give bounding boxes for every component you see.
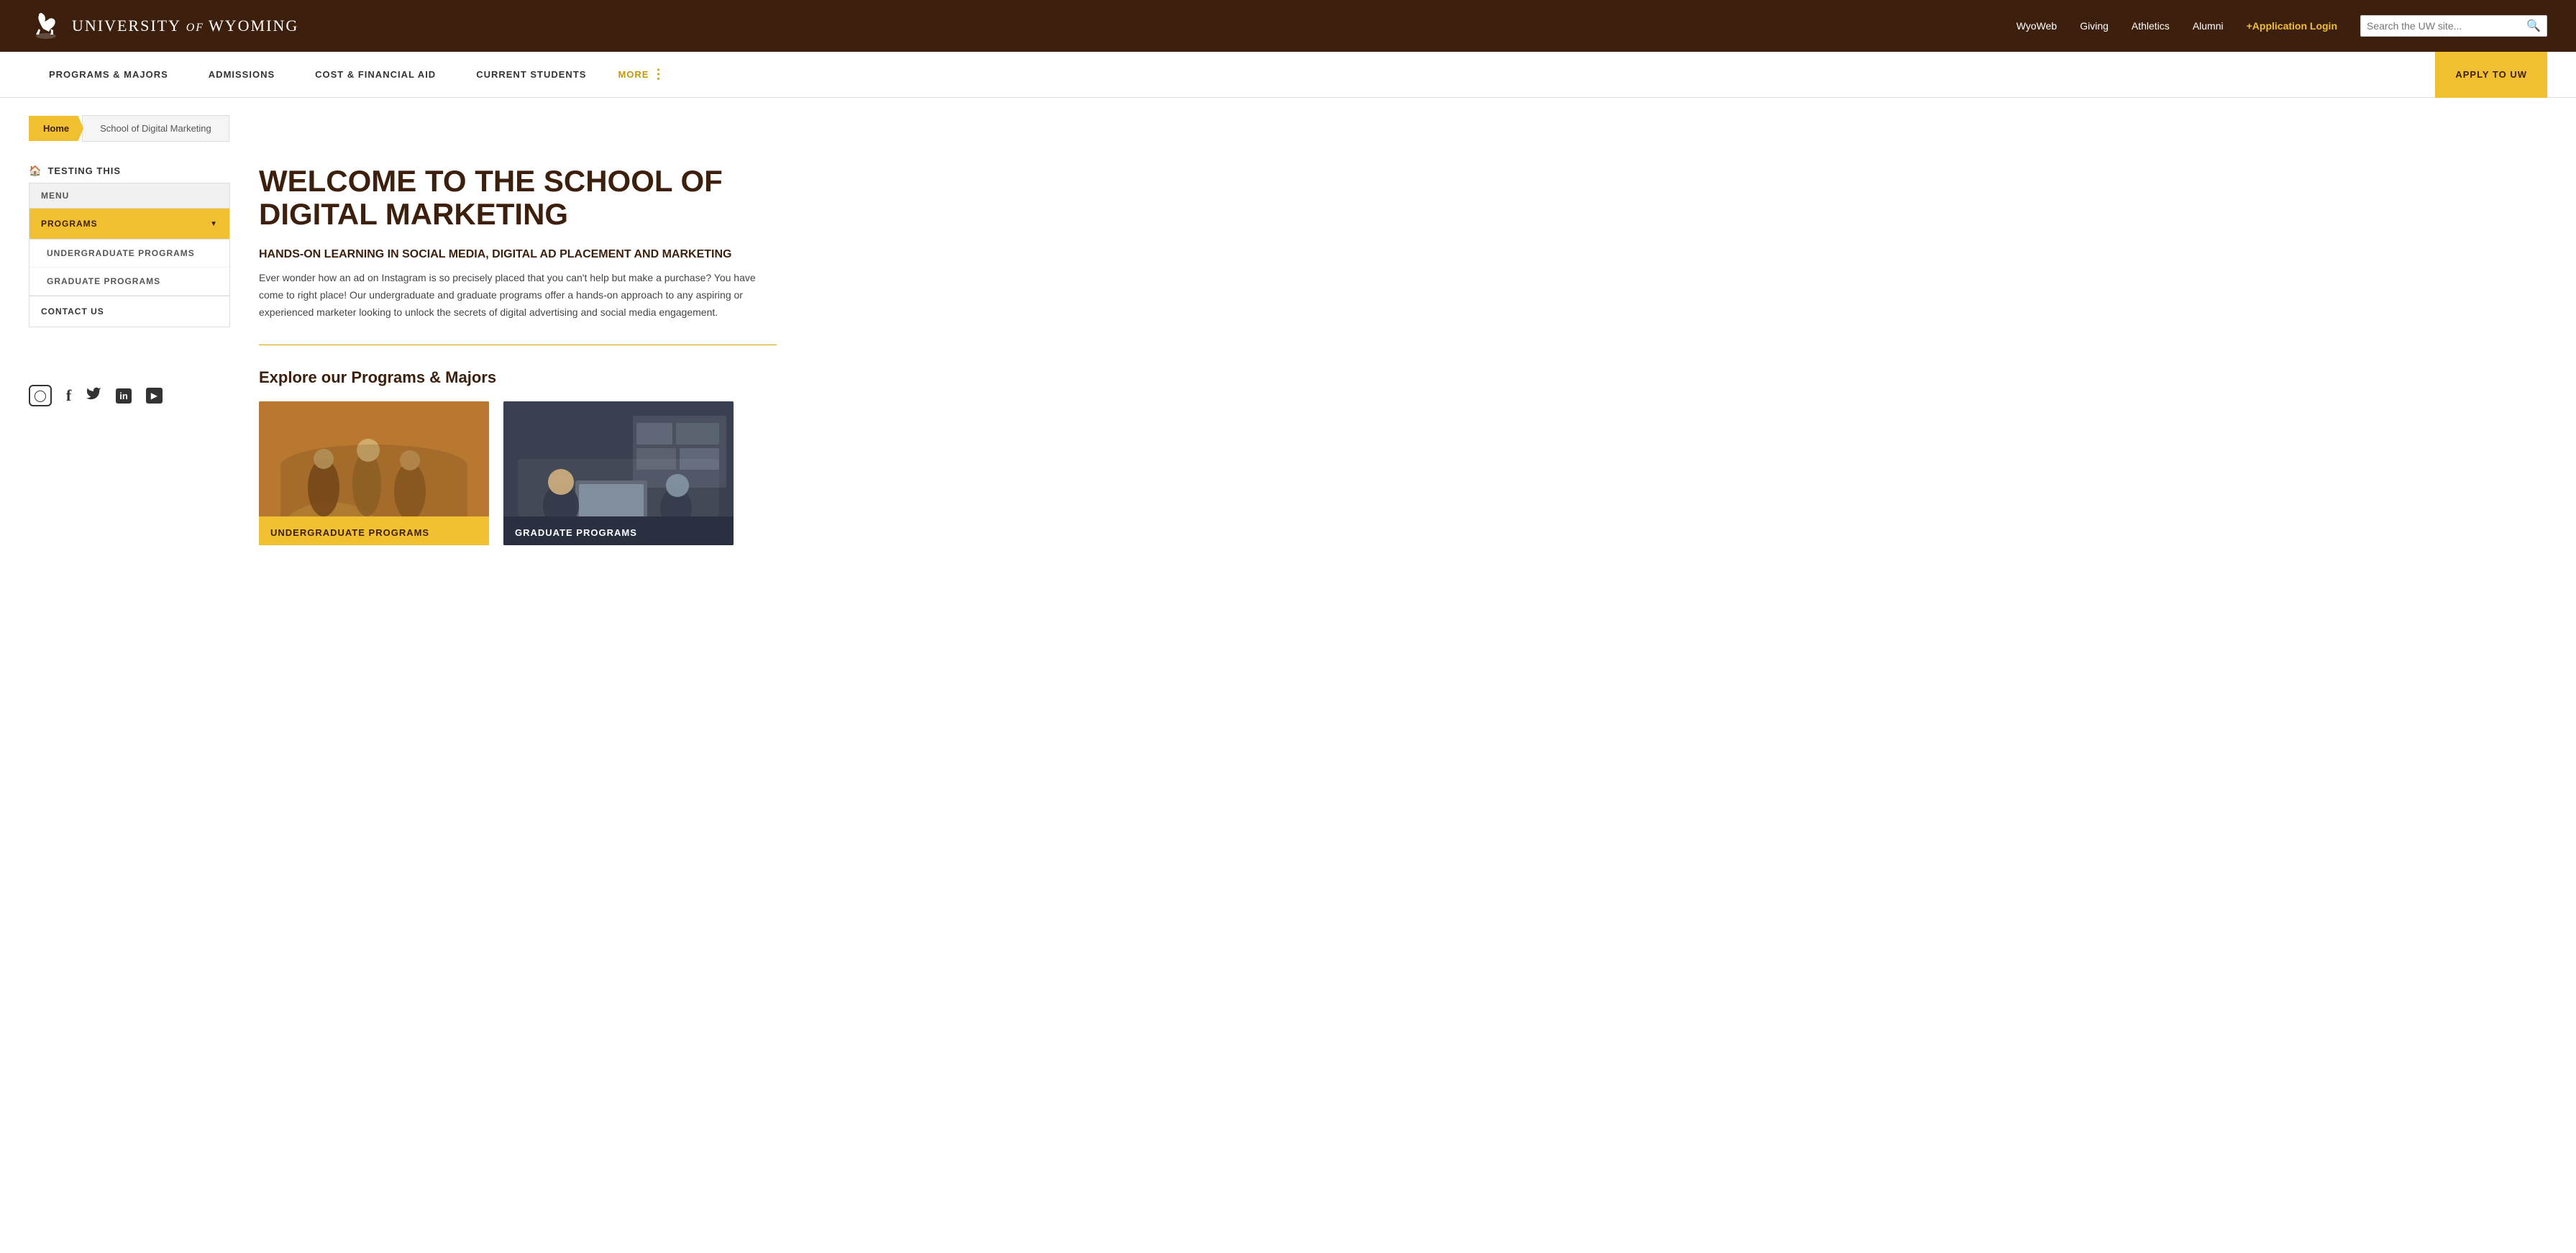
sidebar: Subfolder → Pages contained within the s… bbox=[29, 165, 230, 545]
search-button[interactable]: 🔍 bbox=[2526, 19, 2541, 33]
logo-text: University of Wyoming bbox=[72, 17, 298, 35]
main-content: WELCOME TO THE SCHOOL OF DIGITAL MARKETI… bbox=[259, 165, 1050, 545]
linkedin-icon[interactable]: in bbox=[116, 388, 132, 404]
sidebar-sub: UNDERGRADUATE PROGRAMS GRADUATE PROGRAMS bbox=[29, 240, 230, 296]
top-bar: University of Wyoming WyoWeb Giving Athl… bbox=[0, 0, 2576, 52]
grad-sidebar-link[interactable]: GRADUATE PROGRAMS bbox=[29, 268, 229, 296]
grad-card[interactable]: GRADUATE PROGRAMS bbox=[503, 401, 734, 545]
more-dots-icon: ⋮ bbox=[652, 67, 665, 82]
programs-sidebar-item[interactable]: PROGRAMS ▼ bbox=[29, 209, 230, 240]
uw-logo-icon bbox=[29, 9, 63, 43]
apply-button[interactable]: APPLY TO UW bbox=[2435, 52, 2547, 98]
undergrad-sidebar-link[interactable]: UNDERGRADUATE PROGRAMS bbox=[29, 240, 229, 268]
current-students-link[interactable]: CURRENT STUDENTS bbox=[456, 52, 606, 98]
section-subtitle: HANDS-ON LEARNING IN SOCIAL MEDIA, DIGIT… bbox=[259, 248, 1050, 261]
breadcrumb-home-link[interactable]: Home bbox=[29, 116, 83, 141]
breadcrumb: Home School of Digital Marketing bbox=[0, 98, 2576, 142]
search-input[interactable] bbox=[2367, 20, 2526, 32]
breadcrumb-current: School of Digital Marketing bbox=[82, 115, 229, 142]
instagram-icon[interactable]: ◯ bbox=[29, 385, 52, 406]
grad-card-label: GRADUATE PROGRAMS bbox=[503, 520, 734, 545]
explore-title: Explore our Programs & Majors bbox=[259, 368, 1050, 387]
alumni-link[interactable]: Alumni bbox=[2193, 20, 2224, 32]
programs-majors-link[interactable]: PROGRAMS & MAJORS bbox=[29, 52, 188, 98]
section-body: Ever wonder how an ad on Instagram is so… bbox=[259, 270, 777, 321]
athletics-link[interactable]: Athletics bbox=[2132, 20, 2170, 32]
more-label: MORE bbox=[618, 69, 649, 80]
top-nav: WyoWeb Giving Athletics Alumni +Applicat… bbox=[2017, 15, 2547, 37]
more-button[interactable]: MORE ⋮ bbox=[606, 52, 677, 98]
logo-area[interactable]: University of Wyoming bbox=[29, 9, 298, 43]
programs-label: PROGRAMS bbox=[41, 219, 98, 229]
app-login-link[interactable]: +Application Login bbox=[2247, 20, 2337, 32]
testing-label: TESTING THIS bbox=[47, 165, 121, 176]
search-bar: 🔍 bbox=[2360, 15, 2547, 37]
undergrad-card[interactable]: UNDERGRADUATE PROGRAMS bbox=[259, 401, 489, 545]
programs-sidebar-link[interactable]: PROGRAMS ▼ bbox=[29, 209, 229, 239]
social-bar: ◯ f in ▶ bbox=[29, 370, 230, 421]
page-title: WELCOME TO THE SCHOOL OF DIGITAL MARKETI… bbox=[259, 165, 1050, 231]
facebook-icon[interactable]: f bbox=[66, 386, 71, 405]
sidebar-home-link[interactable]: 🏠 TESTING THIS bbox=[29, 165, 230, 177]
wyoweb-link[interactable]: WyoWeb bbox=[2017, 20, 2057, 32]
admissions-link[interactable]: ADMISSIONS bbox=[188, 52, 295, 98]
page-layout: Subfolder → Pages contained within the s… bbox=[0, 142, 1079, 568]
sidebar-menu-label: MENU bbox=[29, 183, 230, 209]
cards-row: UNDERGRADUATE PROGRAMS bbox=[259, 401, 1050, 545]
giving-link[interactable]: Giving bbox=[2080, 20, 2109, 32]
twitter-icon[interactable] bbox=[86, 386, 101, 406]
youtube-icon[interactable]: ▶ bbox=[146, 388, 163, 404]
sidebar-contact: CONTACT US bbox=[29, 296, 230, 327]
title-line2: DIGITAL MARKETING bbox=[259, 197, 568, 231]
title-line1: WELCOME TO THE SCHOOL OF bbox=[259, 164, 723, 198]
chevron-down-icon: ▼ bbox=[210, 220, 218, 228]
contact-sidebar-link[interactable]: CONTACT US bbox=[29, 296, 229, 327]
home-icon: 🏠 bbox=[29, 165, 42, 177]
undergrad-card-label: UNDERGRADUATE PROGRAMS bbox=[259, 520, 489, 545]
cost-financial-link[interactable]: COST & FINANCIAL AID bbox=[295, 52, 456, 98]
main-nav: PROGRAMS & MAJORS ADMISSIONS COST & FINA… bbox=[0, 52, 2576, 98]
